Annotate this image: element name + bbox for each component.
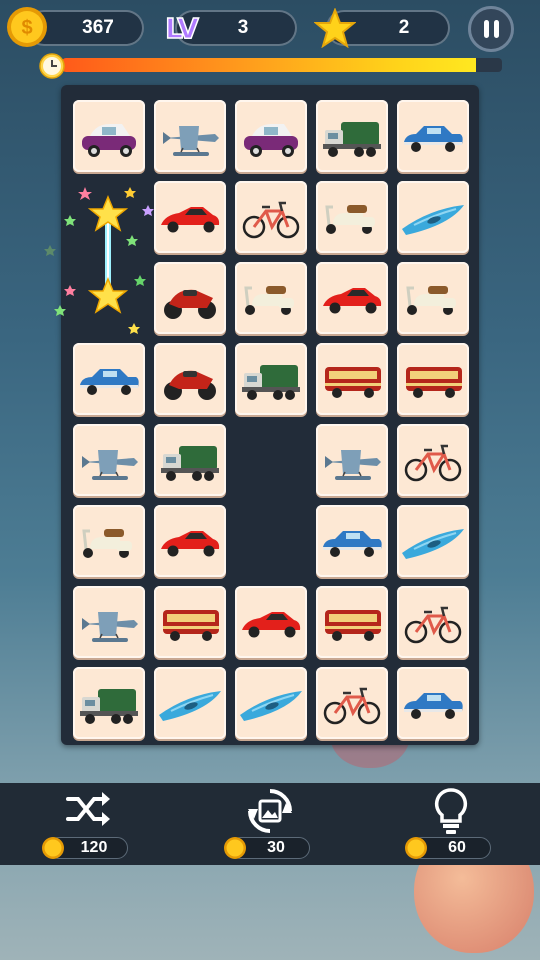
tile-garbage-truck[interactable]	[73, 667, 145, 739]
bicycle-icon	[242, 201, 300, 239]
tile-sports-car[interactable]	[154, 505, 226, 577]
svg-text:$: $	[21, 17, 32, 39]
classic-car-icon	[323, 531, 382, 557]
tile-bicycle[interactable]	[235, 181, 307, 253]
bicycle-icon	[404, 606, 462, 644]
tile-bicycle[interactable]	[397, 586, 469, 658]
bus-icon	[406, 367, 462, 398]
sports-car-icon	[242, 612, 301, 638]
sports-car-icon	[161, 207, 220, 233]
tile-garbage-truck[interactable]	[316, 100, 388, 172]
scooter-icon	[406, 286, 456, 315]
bus-icon	[325, 610, 381, 641]
bicycle-icon	[404, 444, 462, 482]
tile-classic-car[interactable]	[73, 343, 145, 415]
tile-scooter[interactable]	[73, 505, 145, 577]
kayak-icon	[159, 691, 221, 721]
scooter-icon	[325, 205, 375, 234]
tile-scooter[interactable]	[235, 262, 307, 334]
tile-vintage-car[interactable]	[73, 100, 145, 172]
coin-icon	[405, 837, 427, 859]
tile-bus[interactable]	[154, 586, 226, 658]
tile-motorcycle[interactable]	[154, 343, 226, 415]
tile-sports-car[interactable]	[316, 262, 388, 334]
vintage-car-icon	[82, 124, 136, 157]
star-icon	[314, 8, 356, 48]
level-icon: LV	[160, 8, 202, 48]
tile-bus[interactable]	[397, 343, 469, 415]
seaplane-icon	[82, 612, 138, 642]
tile-sports-car[interactable]	[154, 181, 226, 253]
tile-kayak[interactable]	[235, 667, 307, 739]
bus-icon	[325, 367, 381, 398]
lightbulb-icon	[434, 788, 468, 834]
powerup-toolbar: 120 30 60	[0, 783, 540, 865]
garbage-truck-icon	[242, 365, 300, 400]
refresh-image-cost: 30	[224, 837, 310, 859]
tile-motorcycle[interactable]	[154, 262, 226, 334]
tile-scooter[interactable]	[397, 262, 469, 334]
bus-icon	[163, 610, 219, 641]
kayak-icon	[402, 205, 464, 235]
shuffle-icon	[66, 792, 110, 826]
pause-icon	[483, 20, 489, 38]
timer-bar	[62, 58, 502, 72]
tile-bus[interactable]	[316, 586, 388, 658]
star-count: 2	[398, 17, 410, 38]
motorcycle-icon	[164, 370, 216, 400]
tile-classic-car[interactable]	[397, 100, 469, 172]
garbage-truck-icon	[323, 122, 381, 157]
refresh-image-icon	[248, 789, 292, 833]
scooter-icon	[82, 529, 132, 558]
match-effect	[44, 187, 154, 334]
vintage-car-icon	[244, 124, 298, 157]
tile-garbage-truck[interactable]	[235, 343, 307, 415]
shuffle-cost: 120	[42, 837, 128, 859]
level-label: LV	[164, 11, 199, 46]
tile-seaplane[interactable]	[154, 100, 226, 172]
coin-icon	[224, 837, 246, 859]
tile-kayak[interactable]	[397, 505, 469, 577]
refresh-image-button[interactable]: 30	[220, 783, 320, 865]
pause-button[interactable]	[468, 6, 514, 52]
sports-car-icon	[161, 531, 220, 557]
classic-car-icon	[80, 369, 139, 395]
tile-scooter[interactable]	[316, 181, 388, 253]
tile-classic-car[interactable]	[397, 667, 469, 739]
classic-car-icon	[404, 693, 463, 719]
tile-classic-car[interactable]	[316, 505, 388, 577]
tile-seaplane[interactable]	[316, 424, 388, 496]
tile-garbage-truck[interactable]	[154, 424, 226, 496]
coin-icon: $	[7, 7, 47, 47]
classic-car-icon	[404, 126, 463, 152]
garbage-truck-icon	[161, 446, 219, 481]
bicycle-icon	[323, 687, 381, 725]
hint-cost: 60	[405, 837, 491, 859]
tile-kayak[interactable]	[154, 667, 226, 739]
tile-seaplane[interactable]	[73, 424, 145, 496]
tile-bicycle[interactable]	[397, 424, 469, 496]
coin-icon	[42, 837, 64, 859]
shuffle-button[interactable]: 120	[38, 783, 138, 865]
sports-car-icon	[323, 288, 382, 314]
tile-bicycle[interactable]	[316, 667, 388, 739]
kayak-icon	[402, 529, 464, 559]
tile-sports-car[interactable]	[235, 586, 307, 658]
tile-bus[interactable]	[316, 343, 388, 415]
tile-vintage-car[interactable]	[235, 100, 307, 172]
tile-seaplane[interactable]	[73, 586, 145, 658]
seaplane-icon	[82, 450, 138, 480]
coin-count: 367	[82, 17, 114, 38]
hint-button[interactable]: 60	[401, 783, 501, 865]
seaplane-icon	[325, 450, 381, 480]
clock-icon	[39, 53, 65, 79]
level-value: 3	[237, 17, 249, 38]
timer-fill	[62, 58, 476, 72]
tile-kayak[interactable]	[397, 181, 469, 253]
garbage-truck-icon	[80, 689, 138, 724]
seaplane-icon	[163, 126, 219, 156]
scooter-icon	[244, 286, 294, 315]
kayak-icon	[240, 691, 302, 721]
motorcycle-icon	[164, 289, 216, 319]
